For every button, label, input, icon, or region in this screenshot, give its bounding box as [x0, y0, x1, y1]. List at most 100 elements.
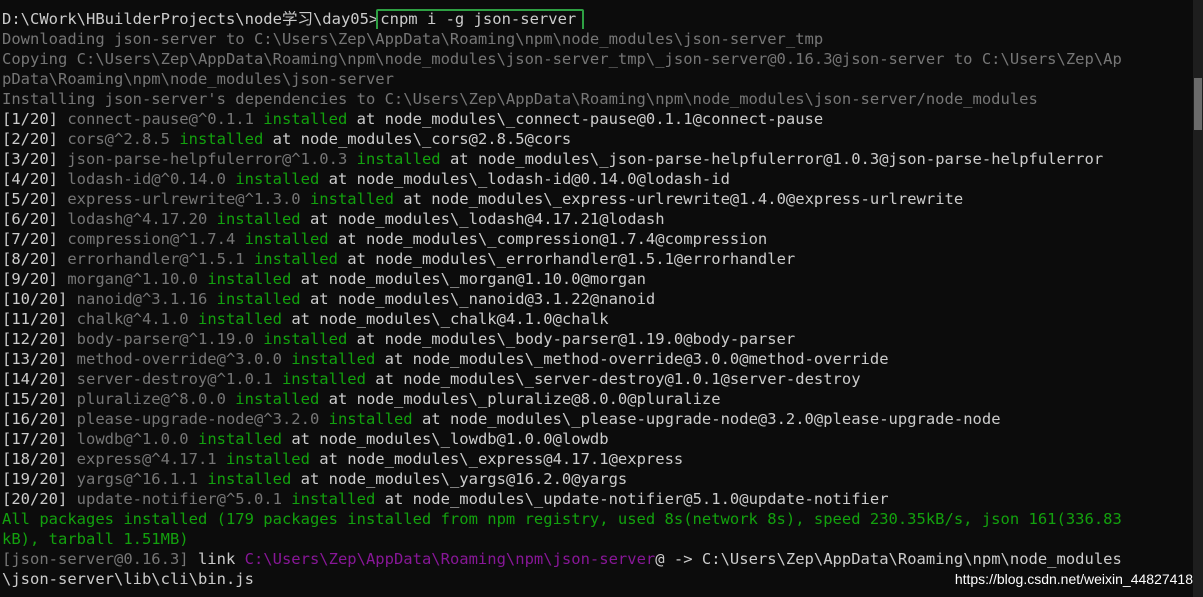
output-segment: at node_modules\_cors@2.8.5@cors — [263, 130, 572, 148]
output-segment: morgan@^1.10.0 — [67, 270, 208, 288]
output-segment: at node_modules\_lowdb@1.0.0@lowdb — [281, 430, 609, 448]
terminal-output: Downloading json-server to C:\Users\Zep\… — [0, 29, 1193, 589]
output-segment: [6/20] — [2, 210, 68, 228]
output-line: Copying C:\Users\Zep\AppData\Roaming\npm… — [0, 49, 1193, 69]
terminal-window[interactable]: D:\CWork\HBuilderProjects\node学习\day05> c… — [0, 0, 1193, 597]
output-segment: Installing json-server's dependencies to… — [2, 90, 1038, 108]
output-line: [5/20] express-urlrewrite@^1.3.0 install… — [0, 189, 1193, 209]
output-segment: [17/20] — [2, 430, 77, 448]
output-segment: at node_modules\_connect-pause@0.1.1@con… — [347, 110, 824, 128]
output-segment: [20/20] — [2, 490, 77, 508]
prompt-line: D:\CWork\HBuilderProjects\node学习\day05> c… — [0, 9, 1193, 29]
command-text[interactable]: cnpm i -g json-server — [376, 9, 585, 29]
output-segment: [10/20] — [2, 290, 77, 308]
output-segment: yargs@^16.1.1 — [76, 470, 208, 488]
output-segment: at node_modules\_nanoid@3.1.22@nanoid — [300, 290, 656, 308]
output-line: [17/20] lowdb@^1.0.0 installed at node_m… — [0, 429, 1193, 449]
output-segment: installed — [356, 150, 441, 168]
output-segment: at node_modules\_express-urlrewrite@1.4.… — [393, 190, 964, 208]
output-line: [12/20] body-parser@^1.19.0 installed at… — [0, 329, 1193, 349]
output-segment: [json-server@0.16.3] — [2, 550, 189, 568]
output-segment: json-parse-helpfulerror@^1.0.3 — [67, 150, 357, 168]
output-line: All packages installed (179 packages ins… — [0, 509, 1193, 529]
output-line: Installing json-server's dependencies to… — [0, 89, 1193, 109]
output-line: [18/20] express@^4.17.1 installed at nod… — [0, 449, 1193, 469]
output-segment: lodash@^4.17.20 — [67, 210, 217, 228]
output-line: [13/20] method-override@^3.0.0 installed… — [0, 349, 1193, 369]
output-line: [15/20] pluralize@^8.0.0 installed at no… — [0, 389, 1193, 409]
output-segment: installed — [207, 470, 292, 488]
output-segment: [2/20] — [2, 130, 68, 148]
output-segment: installed — [328, 410, 413, 428]
output-segment: at node_modules\_chalk@4.1.0@chalk — [281, 310, 609, 328]
output-line: [2/20] cors@^2.8.5 installed at node_mod… — [0, 129, 1193, 149]
output-segment: lowdb@^1.0.0 — [76, 430, 198, 448]
output-segment: installed — [207, 270, 292, 288]
output-line: [14/20] server-destroy@^1.0.1 installed … — [0, 369, 1193, 389]
output-line: [20/20] update-notifier@^5.0.1 installed… — [0, 489, 1193, 509]
output-segment: [3/20] — [2, 150, 68, 168]
output-segment: installed — [197, 430, 282, 448]
output-segment: express@^4.17.1 — [76, 450, 226, 468]
output-segment: at node_modules\_express@4.17.1@express — [309, 450, 684, 468]
output-segment: at node_modules\_body-parser@1.19.0@body… — [347, 330, 796, 348]
output-segment: errorhandler@^1.5.1 — [67, 250, 254, 268]
output-segment: installed — [253, 250, 338, 268]
output-line: [8/20] errorhandler@^1.5.1 installed at … — [0, 249, 1193, 269]
output-segment: method-override@^3.0.0 — [76, 350, 292, 368]
output-segment: lodash-id@^0.14.0 — [67, 170, 236, 188]
output-segment: installed — [216, 210, 301, 228]
output-segment: pData\Roaming\npm\node_modules\json-serv… — [2, 70, 394, 88]
prompt-path: D:\CWork\HBuilderProjects\node学习\day05> — [2, 10, 379, 28]
output-line: Downloading json-server to C:\Users\Zep\… — [0, 29, 1193, 49]
output-segment: link — [188, 550, 245, 568]
output-segment: at node_modules\_yargs@16.2.0@yargs — [291, 470, 628, 488]
output-segment: cors@^2.8.5 — [67, 130, 180, 148]
output-segment: nanoid@^3.1.16 — [76, 290, 217, 308]
output-line: [7/20] compression@^1.7.4 installed at n… — [0, 229, 1193, 249]
output-segment: [4/20] — [2, 170, 68, 188]
output-segment: at node_modules\_method-override@3.0.0@m… — [375, 350, 889, 368]
output-segment: All packages installed (179 packages ins… — [2, 510, 1122, 528]
output-segment: [8/20] — [2, 250, 68, 268]
output-line: [4/20] lodash-id@^0.14.0 installed at no… — [0, 169, 1193, 189]
output-line: [6/20] lodash@^4.17.20 installed at node… — [0, 209, 1193, 229]
output-segment: at node_modules\_please-upgrade-node@3.2… — [412, 410, 1001, 428]
output-segment: \json-server\lib\cli\bin.js — [2, 570, 254, 588]
output-segment: installed — [225, 450, 310, 468]
output-line: [1/20] connect-pause@^0.1.1 installed at… — [0, 109, 1193, 129]
output-segment: installed — [179, 130, 264, 148]
output-segment: installed — [291, 490, 376, 508]
output-segment: @ -> C:\Users\Zep\AppData\Roaming\npm\no… — [655, 550, 1122, 568]
output-segment: installed — [235, 390, 320, 408]
output-segment: at node_modules\_lodash@4.17.21@lodash — [300, 210, 665, 228]
output-segment: Copying C:\Users\Zep\AppData\Roaming\npm… — [2, 50, 1122, 68]
output-line: [11/20] chalk@^4.1.0 installed at node_m… — [0, 309, 1193, 329]
scrollbar[interactable] — [1193, 0, 1203, 597]
output-segment: installed — [216, 290, 301, 308]
scrollbar-thumb[interactable] — [1194, 78, 1202, 130]
output-line: [16/20] please-upgrade-node@^3.2.0 insta… — [0, 409, 1193, 429]
output-segment: please-upgrade-node@^3.2.0 — [76, 410, 329, 428]
output-line: pData\Roaming\npm\node_modules\json-serv… — [0, 69, 1193, 89]
output-segment: installed — [309, 190, 394, 208]
output-segment: installed — [197, 310, 282, 328]
output-line: [9/20] morgan@^1.10.0 installed at node_… — [0, 269, 1193, 289]
output-segment: [1/20] — [2, 110, 68, 128]
output-segment: server-destroy@^1.0.1 — [76, 370, 282, 388]
output-segment: connect-pause@^0.1.1 — [67, 110, 264, 128]
output-segment: installed — [281, 370, 366, 388]
output-segment: installed — [263, 110, 348, 128]
output-segment: [12/20] — [2, 330, 77, 348]
output-segment: [18/20] — [2, 450, 77, 468]
output-segment: at node_modules\_errorhandler@1.5.1@erro… — [337, 250, 796, 268]
output-segment: at node_modules\_pluralize@8.0.0@plurali… — [319, 390, 721, 408]
output-segment: at node_modules\_json-parse-helpfulerror… — [440, 150, 1104, 168]
output-segment: kB), tarball 1.51MB) — [2, 530, 189, 548]
output-segment: installed — [263, 330, 348, 348]
output-segment: [16/20] — [2, 410, 77, 428]
output-line: [10/20] nanoid@^3.1.16 installed at node… — [0, 289, 1193, 309]
output-segment: [19/20] — [2, 470, 77, 488]
output-segment: compression@^1.7.4 — [67, 230, 245, 248]
output-segment: express-urlrewrite@^1.3.0 — [67, 190, 310, 208]
